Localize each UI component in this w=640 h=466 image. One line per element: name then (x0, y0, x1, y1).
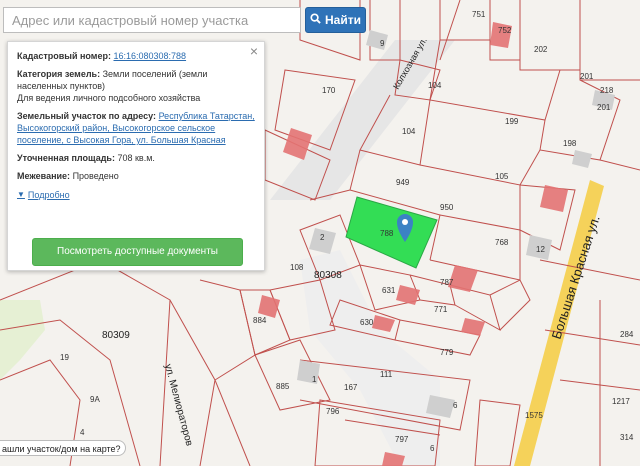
cadastral-link[interactable]: 16:16:080308:788 (113, 51, 186, 61)
svg-text:104: 104 (428, 81, 442, 90)
svg-text:771: 771 (434, 305, 448, 314)
svg-text:12: 12 (536, 245, 545, 254)
svg-text:787: 787 (440, 278, 454, 287)
svg-text:797: 797 (395, 435, 409, 444)
svg-text:218: 218 (600, 86, 614, 95)
svg-text:108: 108 (290, 263, 304, 272)
survey-label: Межевание: (17, 171, 71, 181)
svg-text:1217: 1217 (612, 397, 630, 406)
view-documents-label: Посмотреть доступные документы (57, 246, 218, 257)
svg-text:884: 884 (253, 316, 267, 325)
survey-value: Проведено (72, 171, 119, 181)
svg-text:105: 105 (495, 172, 509, 181)
search-button[interactable]: Найти (305, 7, 366, 33)
svg-text:199: 199 (505, 117, 519, 126)
search-icon (310, 13, 321, 27)
svg-text:779: 779 (440, 348, 454, 357)
svg-text:170: 170 (322, 86, 336, 95)
cadastral-label: Кадастровый номер: (17, 51, 111, 61)
svg-text:1: 1 (312, 375, 317, 384)
svg-text:9A: 9A (90, 395, 100, 404)
area-row: Уточненная площадь: 708 кв.м. (17, 152, 256, 164)
svg-text:631: 631 (382, 286, 396, 295)
svg-text:201: 201 (597, 103, 611, 112)
more-row: ▼ Подробно (17, 188, 256, 201)
svg-text:202: 202 (534, 45, 548, 54)
svg-text:751: 751 (472, 10, 486, 19)
feedback-hint-text: ашли участок/дом на карте? (2, 444, 121, 454)
area-label: Уточненная площадь: (17, 153, 115, 163)
survey-row: Межевание: Проведено (17, 170, 256, 182)
svg-text:796: 796 (326, 407, 340, 416)
svg-text:80309: 80309 (102, 330, 130, 341)
view-documents-button[interactable]: Посмотреть доступные документы (32, 238, 243, 266)
svg-text:630: 630 (360, 318, 374, 327)
search-box[interactable] (3, 7, 301, 33)
search-input[interactable] (4, 8, 300, 32)
svg-text:6: 6 (430, 444, 435, 453)
more-link[interactable]: ▼ Подробно (17, 189, 70, 201)
svg-text:752: 752 (498, 26, 512, 35)
cadastral-row: Кадастровый номер: 16:16:080308:788 (17, 50, 256, 62)
svg-text:314: 314 (620, 433, 634, 442)
address-row: Земельный участок по адресу: Республика … (17, 110, 256, 146)
svg-text:104: 104 (402, 127, 416, 136)
feedback-hint[interactable]: ашли участок/дом на карте? (0, 440, 126, 456)
category-row: Категория земель: Земли поселений (земли… (17, 68, 256, 104)
address-label: Земельный участок по адресу: (17, 111, 157, 121)
caret-down-icon: ▼ (17, 190, 25, 199)
svg-text:950: 950 (440, 203, 454, 212)
svg-text:768: 768 (495, 238, 509, 247)
svg-text:1575: 1575 (525, 411, 543, 420)
svg-text:284: 284 (620, 330, 634, 339)
search-button-label: Найти (325, 13, 361, 27)
svg-text:9: 9 (380, 39, 385, 48)
svg-text:111: 111 (380, 370, 393, 379)
svg-text:201: 201 (580, 72, 594, 81)
area-value: 708 кв.м. (117, 153, 155, 163)
svg-text:788: 788 (380, 229, 394, 238)
close-icon[interactable]: × (250, 44, 258, 58)
svg-text:198: 198 (563, 139, 577, 148)
svg-text:167: 167 (344, 383, 358, 392)
svg-text:6: 6 (453, 401, 458, 410)
category-label: Категория земель: (17, 69, 101, 79)
svg-text:2: 2 (320, 233, 325, 242)
svg-text:80308: 80308 (314, 270, 342, 281)
more-label: Подробно (27, 190, 70, 200)
parcel-info-card: × Кадастровый номер: 16:16:080308:788 Ка… (7, 41, 265, 271)
svg-text:885: 885 (276, 382, 290, 391)
svg-text:4: 4 (80, 428, 85, 437)
svg-text:19: 19 (60, 353, 69, 362)
svg-text:949: 949 (396, 178, 410, 187)
usage-value: Для ведения личного подсобного хозяйства (17, 93, 201, 103)
